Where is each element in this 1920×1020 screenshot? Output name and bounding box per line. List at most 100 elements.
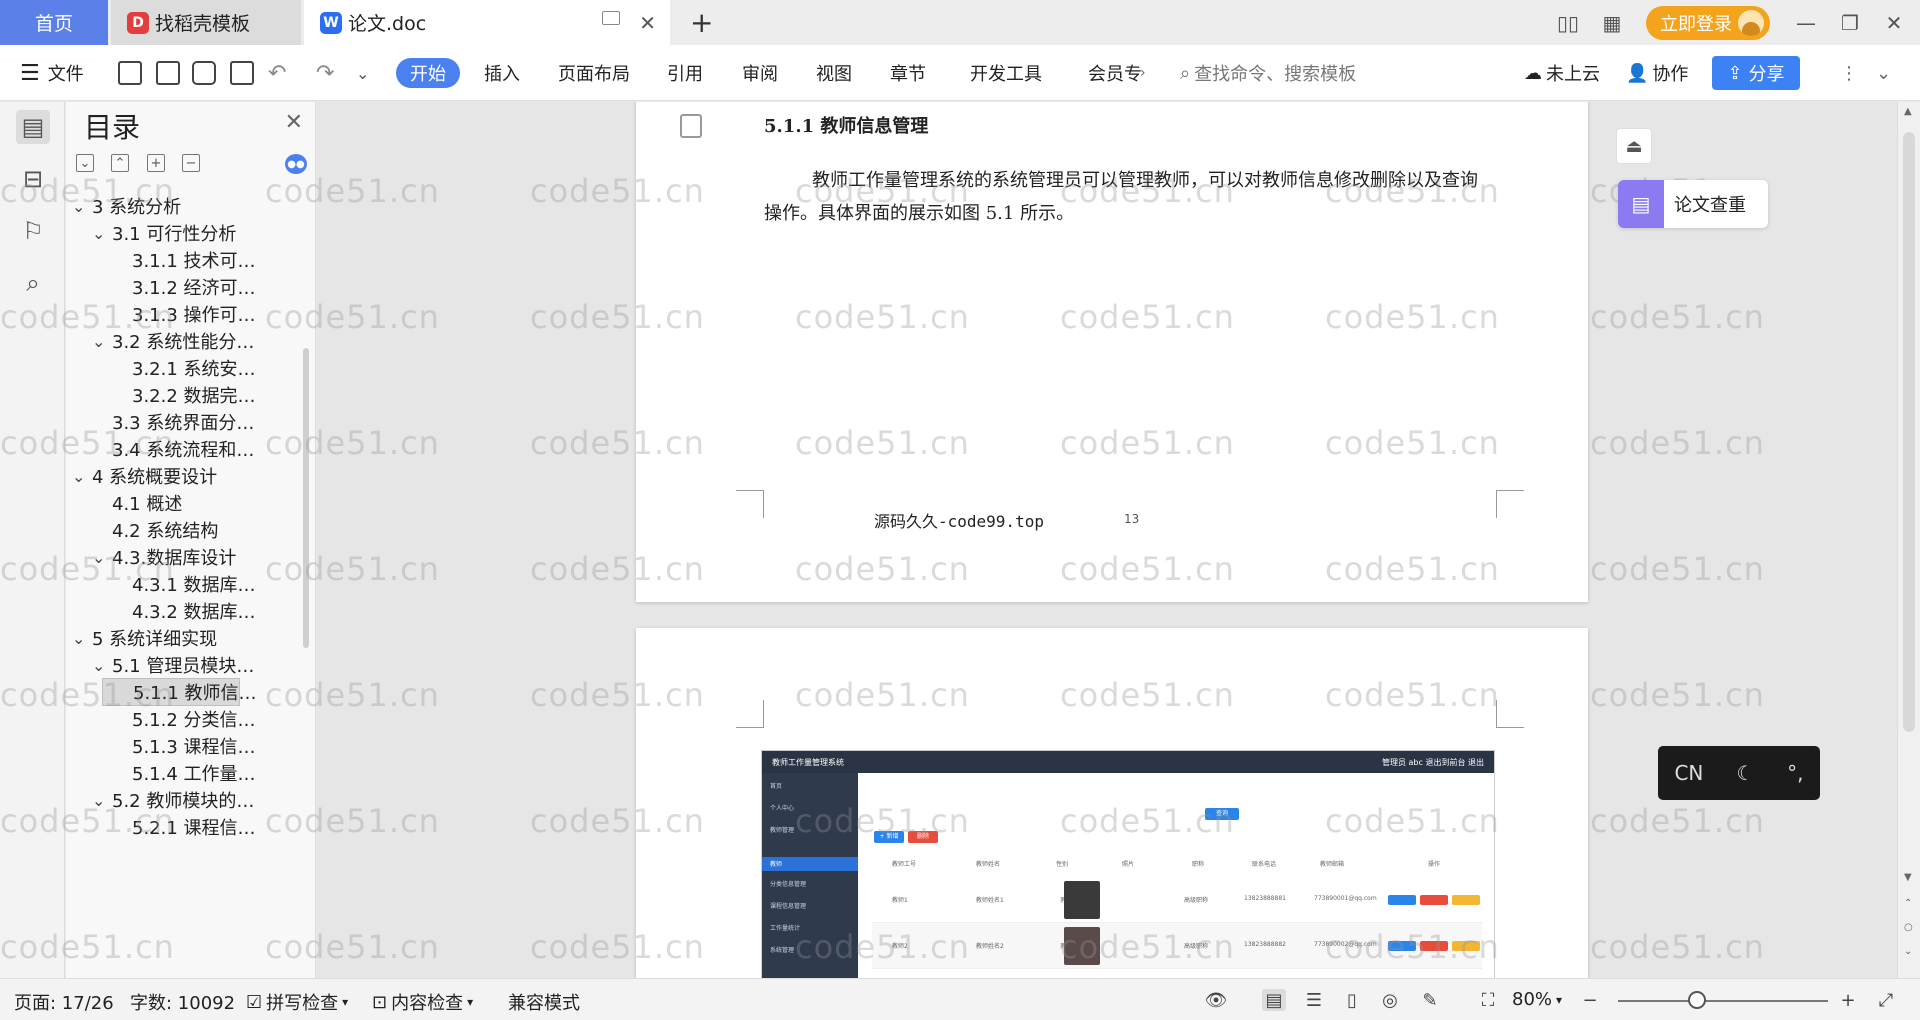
find-icon[interactable]: ⌕ bbox=[16, 266, 50, 300]
scrollbar-thumb[interactable] bbox=[1903, 132, 1915, 732]
chevron-down-icon[interactable]: ⌄ bbox=[92, 332, 112, 351]
toc-item[interactable]: 4.3.2 数据库… bbox=[112, 597, 256, 625]
outline-view-icon[interactable]: ☰ bbox=[1302, 989, 1326, 1011]
chevron-down-icon[interactable]: ⌄ bbox=[92, 791, 112, 810]
fullscreen-icon[interactable]: ⤢ bbox=[1874, 989, 1898, 1011]
tab-layout[interactable]: 页面布局 bbox=[558, 58, 630, 88]
content-check-button[interactable]: ⊡ 内容检查 ▾ bbox=[372, 989, 473, 1015]
ime-punct[interactable]: °, bbox=[1787, 761, 1803, 785]
prev-page-icon[interactable]: ⌃ bbox=[1904, 898, 1912, 909]
zoom-in-icon[interactable]: + bbox=[1836, 989, 1860, 1011]
expand-all-icon[interactable]: ⌄ bbox=[76, 154, 94, 172]
tab-reference[interactable]: 引用 bbox=[667, 58, 703, 88]
toc-item[interactable]: 4.2 系统结构 bbox=[92, 516, 218, 544]
login-button[interactable]: 立即登录 bbox=[1646, 5, 1770, 40]
reading-layout-icon[interactable]: ▯▯ bbox=[1550, 11, 1586, 35]
new-tab-button[interactable]: + bbox=[690, 6, 713, 39]
toc-item[interactable]: 5.1.1 教师信… bbox=[102, 678, 257, 706]
tab-dev-tools[interactable]: 开发工具 bbox=[970, 58, 1042, 88]
toc-item[interactable]: ⌄ 3 系统分析 bbox=[72, 192, 181, 220]
save-icon[interactable] bbox=[118, 58, 142, 88]
apps-grid-icon[interactable]: ▦ bbox=[1594, 11, 1630, 35]
more-options-icon[interactable]: ⋮ bbox=[1840, 58, 1858, 88]
document-canvas[interactable]: 5.1.1 教师信息管理 教师工作量管理系统的系统管理员可以管理教师，可以对教师… bbox=[317, 102, 1897, 978]
toc-item[interactable]: ⌄ 4 系统概要设计 bbox=[72, 462, 217, 490]
redo-icon[interactable]: ↷ bbox=[316, 58, 334, 88]
tab-document[interactable]: W 论文.doc ✕ bbox=[304, 0, 670, 45]
page-view-icon[interactable]: ▤ bbox=[1262, 989, 1286, 1011]
remove-heading-icon[interactable]: − bbox=[182, 154, 200, 172]
toc-item[interactable]: 3.1.3 操作可… bbox=[112, 300, 256, 328]
toc-item[interactable]: 3.4 系统流程和… bbox=[92, 435, 254, 463]
tab-home[interactable]: 首页 bbox=[0, 0, 108, 45]
tab-review[interactable]: 审阅 bbox=[742, 58, 778, 88]
print-icon[interactable] bbox=[192, 58, 216, 88]
chevron-down-icon[interactable]: ⌄ bbox=[72, 467, 92, 486]
scroll-up-icon[interactable]: ▲ bbox=[1904, 106, 1912, 117]
toc-item[interactable]: ⌄ 3.1 可行性分析 bbox=[92, 219, 236, 247]
toc-item[interactable]: 3.1.1 技术可… bbox=[112, 246, 256, 274]
zoom-slider[interactable] bbox=[1618, 1000, 1828, 1002]
toc-item[interactable]: 5.2.1 课程信… bbox=[112, 813, 256, 841]
chapter-nav-icon[interactable]: ⊟ bbox=[16, 162, 50, 196]
add-heading-icon[interactable]: + bbox=[147, 154, 165, 172]
spell-check-button[interactable]: ☑ 拼写检查 ▾ bbox=[246, 989, 348, 1015]
eye-protect-icon[interactable]: 👁 bbox=[1204, 989, 1228, 1011]
word-count[interactable]: 字数: 10092 bbox=[130, 989, 235, 1015]
command-search[interactable]: ⌕ 查找命令、搜索模板 bbox=[1180, 58, 1356, 88]
monitor-icon[interactable] bbox=[602, 11, 620, 25]
toc-item[interactable]: 5.1.4 工作量… bbox=[112, 759, 256, 787]
restore-icon[interactable]: ❐ bbox=[1832, 11, 1868, 35]
toc-item[interactable]: ⌄ 5.2 教师模块的… bbox=[92, 786, 254, 814]
zoom-level[interactable]: 80% ▾ bbox=[1512, 989, 1562, 1010]
fit-page-icon[interactable]: ⛶ bbox=[1476, 989, 1500, 1011]
collab-button[interactable]: 👤 协作 bbox=[1626, 58, 1688, 88]
collapse-float-icon[interactable]: ⏏ bbox=[1616, 128, 1652, 164]
select-browse-icon[interactable]: ○ bbox=[1904, 922, 1913, 933]
print-preview-icon[interactable] bbox=[230, 58, 254, 88]
chevron-down-icon[interactable]: ⌄ bbox=[92, 224, 112, 243]
document-page[interactable]: 教师工作量管理系统 管理员 abc 退出到前台 退出 首页 个人中心 教师管理 … bbox=[636, 628, 1588, 978]
tab-insert[interactable]: 插入 bbox=[484, 58, 520, 88]
read-view-icon[interactable]: ▯ bbox=[1340, 989, 1364, 1011]
page-indicator[interactable]: 页面: 17/26 bbox=[14, 989, 114, 1015]
toc-panel-icon[interactable]: ▤ bbox=[16, 110, 50, 144]
tab-start[interactable]: 开始 bbox=[396, 58, 460, 88]
tab-chapter[interactable]: 章节 bbox=[890, 58, 926, 88]
pen-icon[interactable]: ✎ bbox=[1418, 989, 1442, 1011]
tab-template[interactable]: D 找稻壳模板 bbox=[111, 0, 301, 45]
toc-item[interactable]: ⌄ 3.2 系统性能分… bbox=[92, 327, 254, 355]
cloud-status[interactable]: ☁ 未上云 bbox=[1524, 58, 1600, 88]
moon-icon[interactable]: ☾ bbox=[1736, 761, 1754, 785]
close-tab-icon[interactable]: ✕ bbox=[639, 11, 656, 35]
toc-item[interactable]: 3.3 系统界面分… bbox=[92, 408, 254, 436]
toc-item[interactable]: 3.1.2 经济可… bbox=[112, 273, 256, 301]
quick-access-dropdown-icon[interactable]: ⌄ bbox=[356, 58, 369, 88]
more-tabs-icon[interactable]: › bbox=[1140, 58, 1146, 88]
web-view-icon[interactable]: ◎ bbox=[1378, 989, 1402, 1011]
paper-check-button[interactable]: ▤ 论文查重 bbox=[1618, 180, 1768, 228]
chevron-down-icon[interactable]: ⌄ bbox=[92, 656, 112, 675]
toc-item[interactable]: ⌄ 5.1 管理员模块… bbox=[92, 651, 254, 679]
share-button[interactable]: ⇪ 分享 bbox=[1712, 56, 1800, 90]
toc-item[interactable]: ⌄ 4.3.数据库设计 bbox=[92, 543, 236, 571]
toc-item[interactable]: 4.1 概述 bbox=[92, 489, 182, 517]
minimize-icon[interactable]: — bbox=[1788, 11, 1824, 35]
scroll-down-icon[interactable]: ▼ bbox=[1904, 872, 1912, 883]
toc-item[interactable]: ⌄ 5 系统详细实现 bbox=[72, 624, 217, 652]
toc-ai-icon[interactable]: ●● bbox=[285, 154, 307, 174]
tab-member[interactable]: 会员专 bbox=[1088, 58, 1142, 88]
zoom-slider-knob[interactable] bbox=[1688, 991, 1706, 1009]
document-page[interactable]: 5.1.1 教师信息管理 教师工作量管理系统的系统管理员可以管理教师，可以对教师… bbox=[636, 102, 1588, 602]
ime-lang[interactable]: CN bbox=[1674, 761, 1703, 785]
close-toc-icon[interactable]: ✕ bbox=[285, 110, 303, 135]
collapse-ribbon-icon[interactable]: ⌄ bbox=[1876, 58, 1891, 88]
file-menu[interactable]: ☰ 文件 bbox=[20, 58, 84, 88]
chevron-down-icon[interactable]: ⌄ bbox=[72, 197, 92, 216]
toc-item[interactable]: 5.1.2 分类信… bbox=[112, 705, 256, 733]
bookmark-icon[interactable]: ⚐ bbox=[16, 214, 50, 248]
close-window-icon[interactable]: ✕ bbox=[1876, 11, 1912, 35]
ime-toolbar[interactable]: CN ☾ °, bbox=[1658, 746, 1820, 800]
toc-item[interactable]: 3.2.2 数据完… bbox=[112, 381, 256, 409]
undo-icon[interactable]: ↶ bbox=[268, 58, 286, 88]
